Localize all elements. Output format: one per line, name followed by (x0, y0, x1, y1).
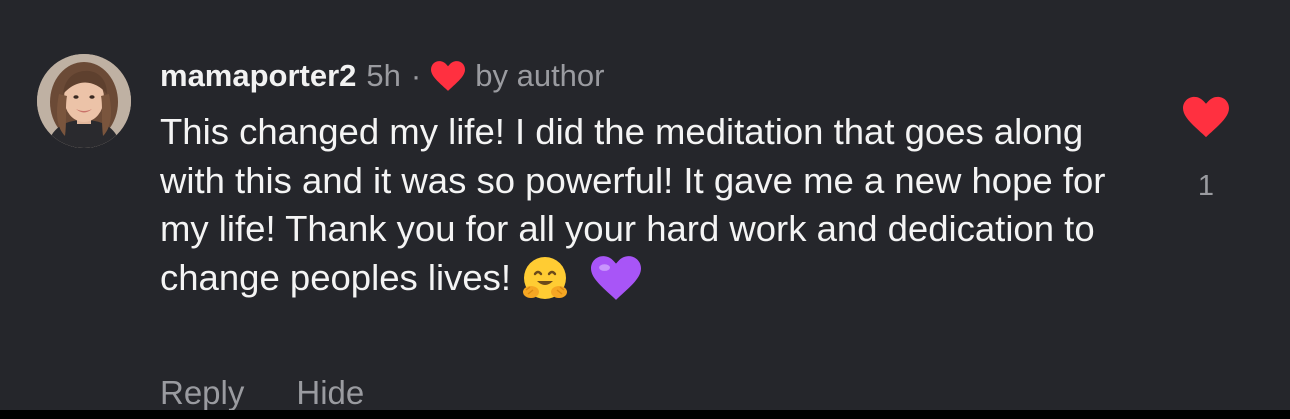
heart-icon (431, 61, 466, 91)
reply-button[interactable]: Reply (160, 374, 244, 412)
purple-heart-emoji-icon (591, 255, 642, 301)
like-heart-icon[interactable] (1183, 96, 1229, 138)
comment: mamaporter2 5h · by author This changed … (0, 0, 1290, 412)
like-count: 1 (1197, 170, 1215, 202)
hide-button[interactable]: Hide (296, 374, 364, 412)
bottom-divider (0, 410, 1290, 419)
avatar[interactable] (37, 54, 131, 148)
timestamp: 5h (366, 58, 401, 93)
hugging-face-emoji-icon (521, 254, 569, 302)
comment-meta: mamaporter2 5h · by author (160, 56, 605, 96)
comment-body: This changed my life! I did the meditati… (160, 108, 1140, 302)
author-like-label: by author (475, 58, 605, 93)
username[interactable]: mamaporter2 (160, 58, 356, 94)
separator-dot: · (410, 58, 422, 93)
comment-actions: Reply Hide (160, 374, 364, 412)
